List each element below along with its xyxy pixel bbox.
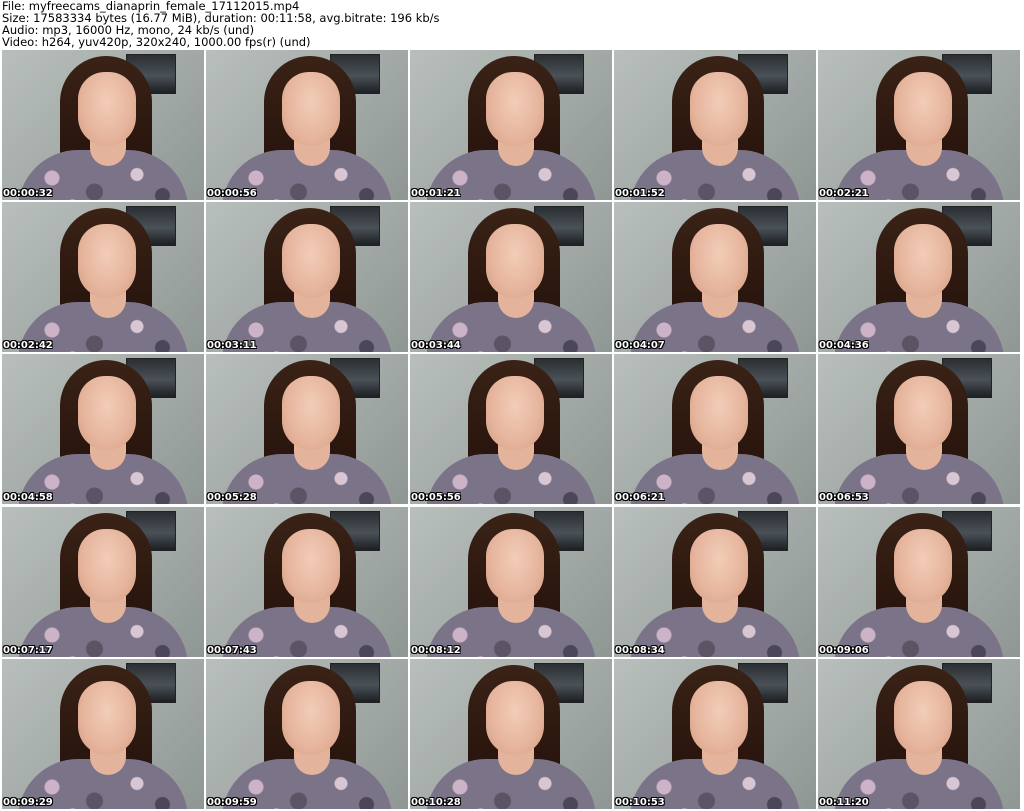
face-shape xyxy=(894,376,952,450)
face-shape xyxy=(894,72,952,146)
face-shape xyxy=(486,224,544,298)
face-shape xyxy=(78,224,136,298)
thumbnail-timestamp: 00:00:32 xyxy=(3,188,53,199)
thumbnail-timestamp: 00:04:36 xyxy=(819,340,869,351)
face-shape xyxy=(78,681,136,755)
face-shape xyxy=(78,72,136,146)
video-thumbnail: 00:04:36 xyxy=(818,202,1020,352)
video-thumbnail: 00:08:34 xyxy=(614,507,816,657)
face-shape xyxy=(282,72,340,146)
video-thumbnail: 00:08:12 xyxy=(410,507,612,657)
face-shape xyxy=(894,224,952,298)
video-thumbnail: 00:00:56 xyxy=(206,50,408,200)
video-thumbnail: 00:02:21 xyxy=(818,50,1020,200)
thumbnail-timestamp: 00:02:42 xyxy=(3,340,53,351)
face-shape xyxy=(894,529,952,603)
thumbnail-timestamp: 00:02:21 xyxy=(819,188,869,199)
face-shape xyxy=(282,529,340,603)
thumbnail-timestamp: 00:06:53 xyxy=(819,492,869,503)
video-thumbnail: 00:00:32 xyxy=(2,50,204,200)
video-thumbnail: 00:01:21 xyxy=(410,50,612,200)
face-shape xyxy=(78,529,136,603)
thumbnail-timestamp: 00:09:29 xyxy=(3,797,53,808)
thumbnail-timestamp: 00:03:11 xyxy=(207,340,257,351)
thumbnail-timestamp: 00:10:53 xyxy=(615,797,665,808)
face-shape xyxy=(894,681,952,755)
video-thumbnail: 00:01:52 xyxy=(614,50,816,200)
video-thumbnail: 00:09:59 xyxy=(206,659,408,809)
video-thumbnail: 00:09:29 xyxy=(2,659,204,809)
face-shape xyxy=(486,376,544,450)
thumbnail-timestamp: 00:00:56 xyxy=(207,188,257,199)
thumbnail-timestamp: 00:01:21 xyxy=(411,188,461,199)
video-thumbnail: 00:07:17 xyxy=(2,507,204,657)
thumbnail-timestamp: 00:03:44 xyxy=(411,340,461,351)
video-thumbnail: 00:06:53 xyxy=(818,354,1020,504)
thumbnail-timestamp: 00:05:28 xyxy=(207,492,257,503)
thumbnail-timestamp: 00:09:59 xyxy=(207,797,257,808)
thumbnail-timestamp: 00:08:12 xyxy=(411,645,461,656)
video-info-line: Video: h264, yuv420p, 320x240, 1000.00 f… xyxy=(2,35,311,49)
face-shape xyxy=(690,376,748,450)
face-shape xyxy=(690,681,748,755)
thumbnail-timestamp: 00:08:34 xyxy=(615,645,665,656)
face-shape xyxy=(690,224,748,298)
video-thumbnail: 00:02:42 xyxy=(2,202,204,352)
face-shape xyxy=(690,72,748,146)
video-thumbnail: 00:03:44 xyxy=(410,202,612,352)
face-shape xyxy=(282,376,340,450)
file-info-header: File: myfreecams_dianaprin_female_171120… xyxy=(0,0,1024,50)
video-thumbnail: 00:06:21 xyxy=(614,354,816,504)
video-thumbnail: 00:04:07 xyxy=(614,202,816,352)
video-thumbnail: 00:05:28 xyxy=(206,354,408,504)
face-shape xyxy=(78,376,136,450)
thumbnail-timestamp: 00:09:06 xyxy=(819,645,869,656)
thumbnail-timestamp: 00:04:07 xyxy=(615,340,665,351)
thumbnail-timestamp: 00:05:56 xyxy=(411,492,461,503)
face-shape xyxy=(282,681,340,755)
face-shape xyxy=(486,72,544,146)
face-shape xyxy=(486,681,544,755)
face-shape xyxy=(282,224,340,298)
video-thumbnail: 00:04:58 xyxy=(2,354,204,504)
thumbnail-grid: 00:00:32 00:00:56 00:01:21 00:01:52 00:02:21… xyxy=(2,50,1022,809)
thumbnail-timestamp: 00:06:21 xyxy=(615,492,665,503)
video-thumbnail: 00:10:53 xyxy=(614,659,816,809)
face-shape xyxy=(486,529,544,603)
thumbnail-timestamp: 00:10:28 xyxy=(411,797,461,808)
thumbnail-timestamp: 00:07:17 xyxy=(3,645,53,656)
thumbnail-timestamp: 00:11:20 xyxy=(819,797,869,808)
video-thumbnail: 00:05:56 xyxy=(410,354,612,504)
video-thumbnail: 00:10:28 xyxy=(410,659,612,809)
video-thumbnail: 00:03:11 xyxy=(206,202,408,352)
video-thumbnail: 00:11:20 xyxy=(818,659,1020,809)
thumbnail-timestamp: 00:01:52 xyxy=(615,188,665,199)
video-thumbnail: 00:07:43 xyxy=(206,507,408,657)
video-thumbnail: 00:09:06 xyxy=(818,507,1020,657)
face-shape xyxy=(690,529,748,603)
thumbnail-timestamp: 00:04:58 xyxy=(3,492,53,503)
thumbnail-timestamp: 00:07:43 xyxy=(207,645,257,656)
